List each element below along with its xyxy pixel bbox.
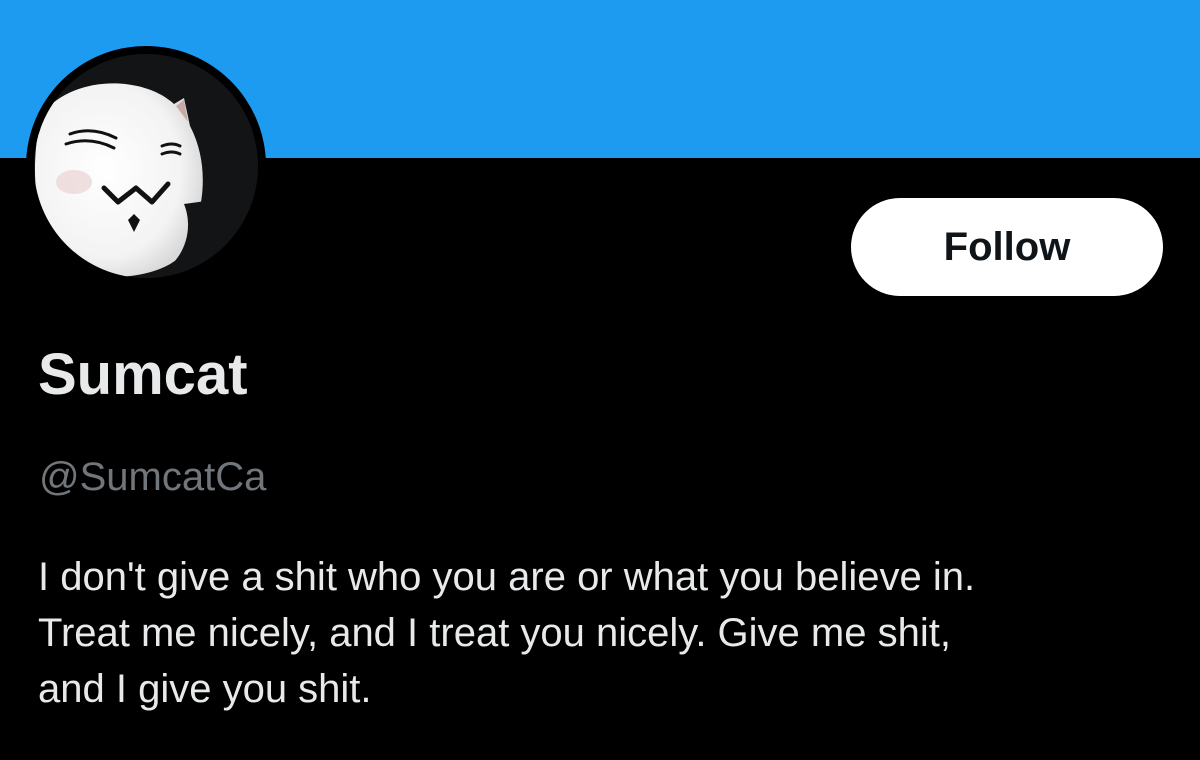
bio-line: and I give you shit. (38, 667, 372, 711)
display-name: Sumcat (38, 342, 248, 407)
avatar[interactable] (26, 46, 266, 286)
follow-button[interactable]: Follow (851, 198, 1163, 296)
profile-bio: I don't give a shit who you are or what … (38, 549, 1178, 717)
bio-line: I don't give a shit who you are or what … (38, 555, 976, 599)
bio-line: Treat me nicely, and I treat you nicely.… (38, 611, 951, 655)
cat-face-avatar-icon (34, 54, 258, 278)
profile-handle: @SumcatCa (39, 455, 267, 499)
profile-page: Follow Sumcat @SumcatCa I don't give a s… (0, 0, 1200, 760)
